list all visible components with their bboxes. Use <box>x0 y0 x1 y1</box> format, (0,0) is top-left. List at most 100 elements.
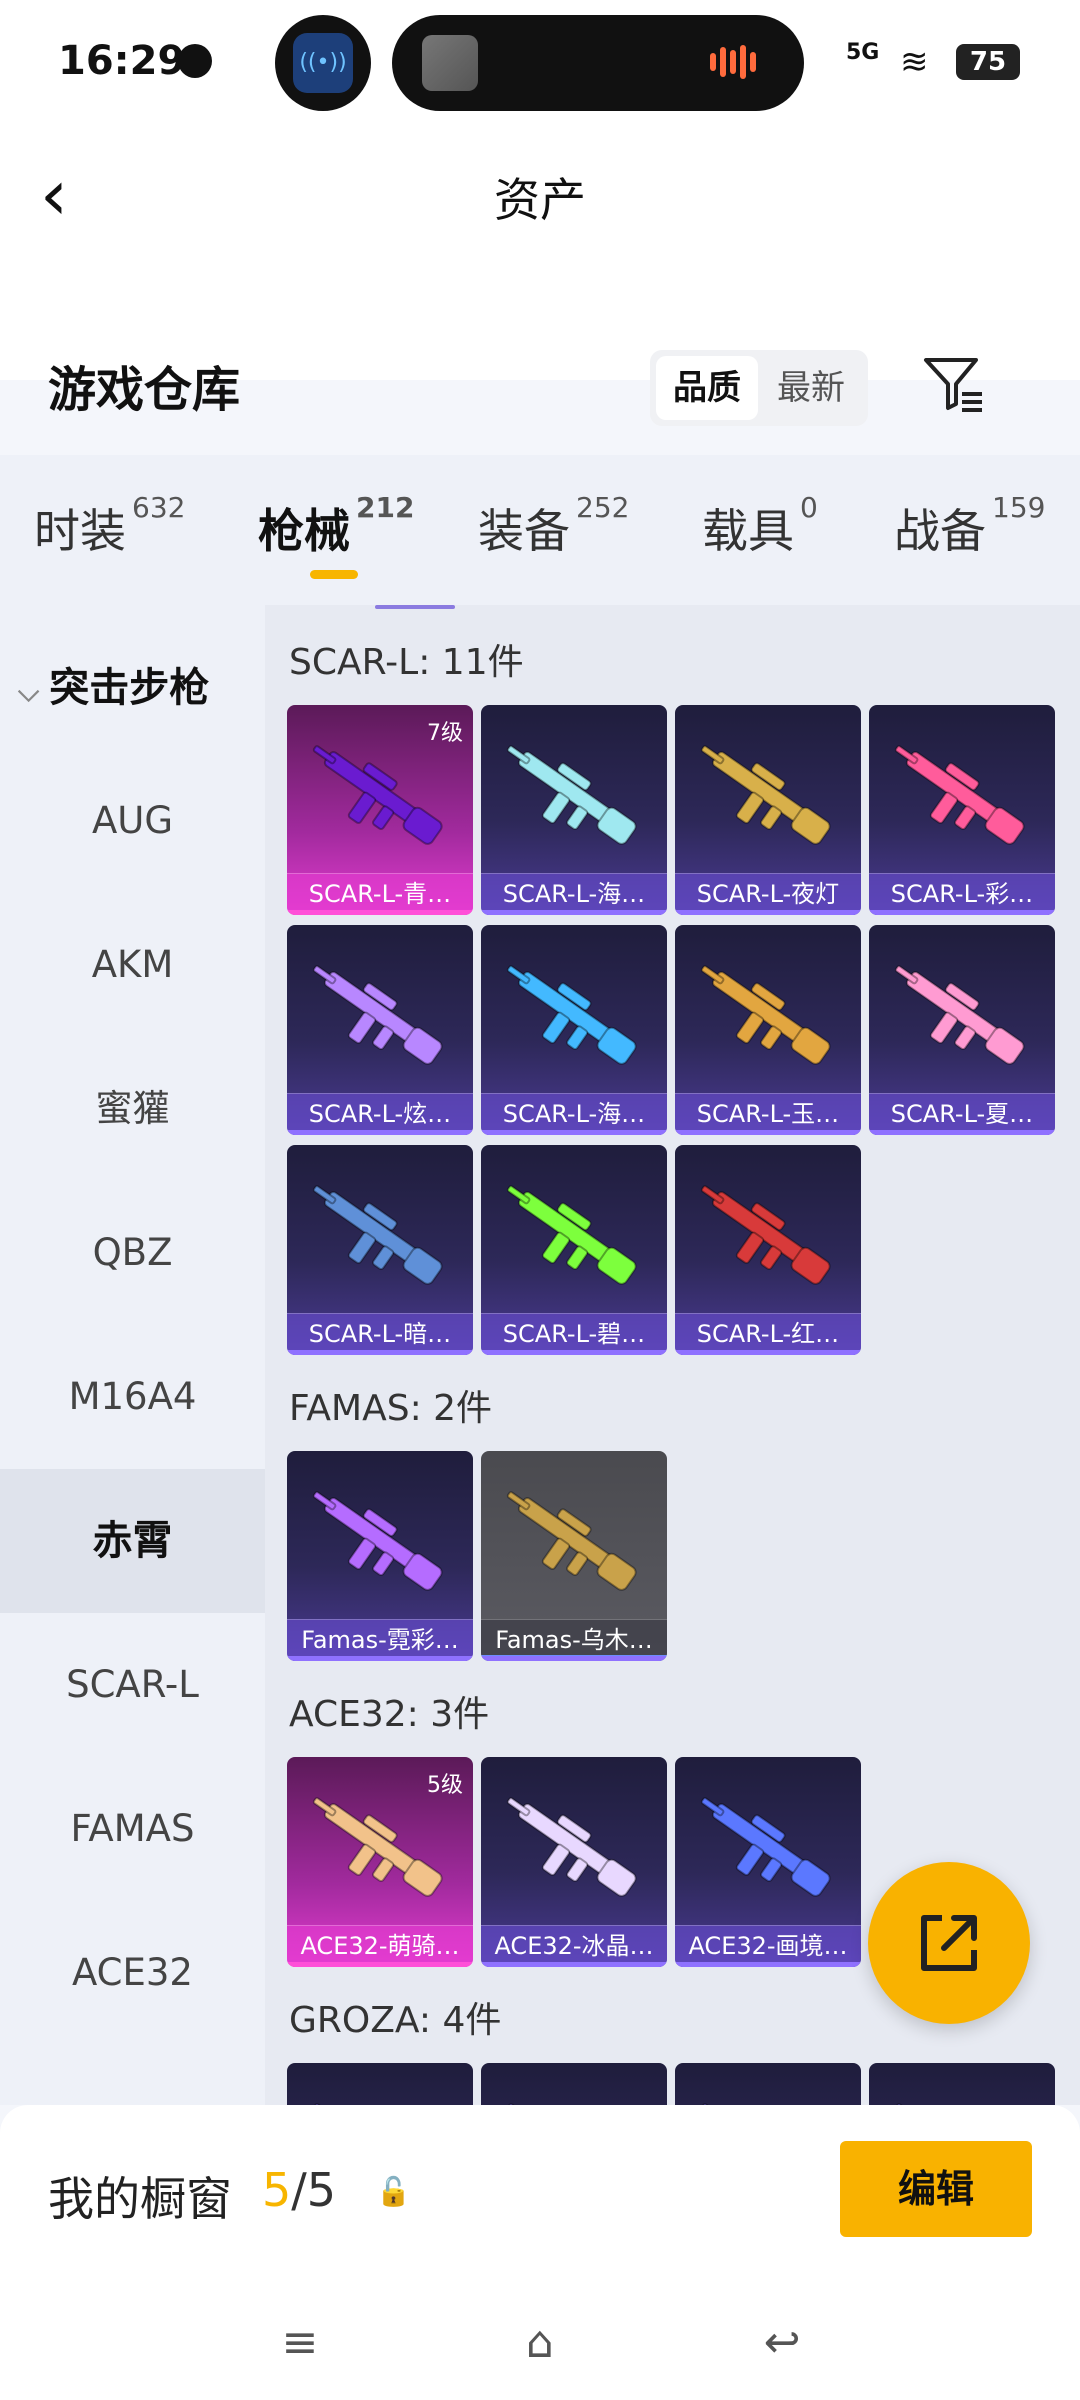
sidebar-item-famas[interactable]: FAMAS <box>0 1757 265 1901</box>
rifle-icon <box>312 2103 337 2105</box>
rarity-bar <box>481 1130 667 1135</box>
weapon-skin-card[interactable]: 5级 ACE32-萌骑… <box>287 1757 473 1967</box>
rifle-icon <box>894 745 1025 845</box>
wifi-icon: ≋ <box>900 42 929 82</box>
edit-button[interactable]: 编辑 <box>840 2141 1032 2237</box>
sidebar-item-m16a4[interactable]: M16A4 <box>0 1325 265 1469</box>
weapon-skin-card[interactable]: SCAR-L-碧… <box>481 1145 667 1355</box>
skin-name: ACE32-冰晶… <box>481 1925 667 1967</box>
weapon-skin-card[interactable]: Famas-霓彩… <box>287 1451 473 1661</box>
broadcast-icon: ((•)) <box>293 33 353 93</box>
weapon-skin-card[interactable]: SCAR-L-红… <box>675 1145 861 1355</box>
tab-label: 战备 <box>894 504 986 558</box>
back-icon[interactable]: ↩ <box>752 2318 812 2368</box>
sort-quality-button[interactable]: 品质 <box>656 356 758 420</box>
rarity-bar <box>675 1130 861 1135</box>
showcase-total: /5 <box>291 2163 337 2217</box>
showcase-current: 5 <box>262 2163 292 2217</box>
skin-name: SCAR-L-夜灯 <box>675 873 861 915</box>
share-icon <box>921 1915 977 1971</box>
tab-label: 时装 <box>34 504 126 558</box>
rifle-icon <box>312 1797 443 1897</box>
skin-name: SCAR-L-炫… <box>287 1093 473 1135</box>
sidebar-item-ace32[interactable]: ACE32 <box>0 1901 265 2045</box>
weapon-skin-card[interactable] <box>481 2063 667 2105</box>
rifle-icon <box>506 1797 637 1897</box>
section-title: ACE32: 3件 <box>289 1694 490 1735</box>
sort-newest-button[interactable]: 最新 <box>760 356 862 420</box>
tab-vehicles[interactable]: 载具 0 <box>702 491 818 561</box>
tab-supplies[interactable]: 战备 159 <box>894 491 1045 561</box>
sidebar-item-akm[interactable]: AKM <box>0 893 265 1037</box>
weapon-skin-card[interactable]: ACE32-冰晶… <box>481 1757 667 1967</box>
battery-icon: 75 <box>956 44 1020 80</box>
rarity-bar <box>481 910 667 915</box>
sidebar-item-qbz[interactable]: QBZ <box>0 1181 265 1325</box>
status-bar: 16:29 ((•)) 5G ≋ 75 <box>0 0 1080 120</box>
weapon-skin-card[interactable]: SCAR-L-夏… <box>869 925 1055 1135</box>
lock-icon: 🔓 <box>376 2175 411 2208</box>
skin-name: SCAR-L-红… <box>675 1313 861 1355</box>
weapon-skin-card[interactable]: SCAR-L-炫… <box>287 925 473 1135</box>
skin-name: SCAR-L-青… <box>287 873 473 915</box>
skin-name: Famas-乌木… <box>481 1619 667 1661</box>
weapon-skin-card[interactable]: SCAR-L-暗… <box>287 1145 473 1355</box>
tab-firearms[interactable]: 枪械 212 <box>258 491 414 561</box>
tab-count: 252 <box>576 491 630 524</box>
weapon-sidebar: ⌵ 突击步枪 AUG AKM 蜜獾 QBZ M16A4 赤霄 SCAR-L FAM… <box>0 605 265 2105</box>
weapon-skin-card[interactable] <box>869 2063 1055 2105</box>
weapon-skin-card[interactable]: SCAR-L-海… <box>481 925 667 1135</box>
filter-icon[interactable] <box>920 352 986 418</box>
rarity-bar <box>675 1962 861 1967</box>
tab-fashion[interactable]: 时装 632 <box>34 491 185 561</box>
section-title: SCAR-L: 11件 <box>289 642 524 683</box>
sort-toggle: 品质 最新 <box>650 350 868 426</box>
chevron-down-icon: ⌵ <box>18 675 40 708</box>
weapon-skin-card[interactable] <box>287 2063 473 2105</box>
rifle-icon <box>506 745 637 845</box>
rarity-bar <box>675 1350 861 1355</box>
rifle-icon <box>506 1491 637 1591</box>
skin-name: ACE32-萌骑… <box>287 1925 473 1967</box>
rarity-bar <box>287 1656 473 1661</box>
skin-name: SCAR-L-夏… <box>869 1093 1055 1135</box>
level-badge: 5级 <box>427 1773 463 1798</box>
rarity-bar <box>287 1130 473 1135</box>
home-icon[interactable]: ⌂ <box>510 2318 570 2368</box>
sidebar-item-honey-badger[interactable]: 蜜獾 <box>0 1037 265 1181</box>
rifle-icon <box>312 745 443 845</box>
sidebar-group-header[interactable]: ⌵ 突击步枪 <box>18 655 209 713</box>
rifle-icon <box>700 745 831 845</box>
weapon-skin-card[interactable]: 7级 SCAR-L-青… <box>287 705 473 915</box>
rarity-bar <box>675 910 861 915</box>
audio-wave-icon <box>710 45 774 81</box>
weapon-skin-card[interactable]: ACE32-画境… <box>675 1757 861 1967</box>
rifle-icon <box>700 1797 831 1897</box>
weapon-skin-card[interactable]: SCAR-L-玉… <box>675 925 861 1135</box>
weapon-skin-card[interactable]: SCAR-L-彩… <box>869 705 1055 915</box>
sidebar-group-label: 突击步枪 <box>49 665 210 711</box>
clock: 16:29 <box>58 38 186 84</box>
tab-label: 装备 <box>478 504 570 558</box>
weapon-skin-card[interactable]: Famas-乌木… <box>481 1451 667 1661</box>
skin-name: ACE32-画境… <box>675 1925 861 1967</box>
weapon-skin-card[interactable]: SCAR-L-海… <box>481 705 667 915</box>
sidebar-item-chixiao[interactable]: 赤霄 <box>0 1469 265 1613</box>
showcase-count: 5/5 <box>262 2163 336 2217</box>
sidebar-item-aug[interactable]: AUG <box>0 749 265 893</box>
rifle-icon <box>894 965 1025 1065</box>
tab-count: 632 <box>132 491 186 524</box>
tab-equipment[interactable]: 装备 252 <box>478 491 629 561</box>
menu-icon[interactable]: ≡ <box>270 2318 330 2368</box>
weapon-skin-card[interactable]: SCAR-L-夜灯 <box>675 705 861 915</box>
sidebar-item-scar-l[interactable]: SCAR-L <box>0 1613 265 1757</box>
tab-label: 枪械 <box>258 504 350 558</box>
dynamic-island[interactable] <box>392 15 804 111</box>
tab-label: 载具 <box>702 504 794 558</box>
share-button[interactable] <box>868 1862 1030 2024</box>
live-notification-pill[interactable]: ((•)) <box>275 15 371 111</box>
level-badge: 7级 <box>427 721 463 746</box>
rifle-icon <box>506 965 637 1065</box>
rifle-icon <box>894 2103 919 2105</box>
weapon-skin-card[interactable] <box>675 2063 861 2105</box>
